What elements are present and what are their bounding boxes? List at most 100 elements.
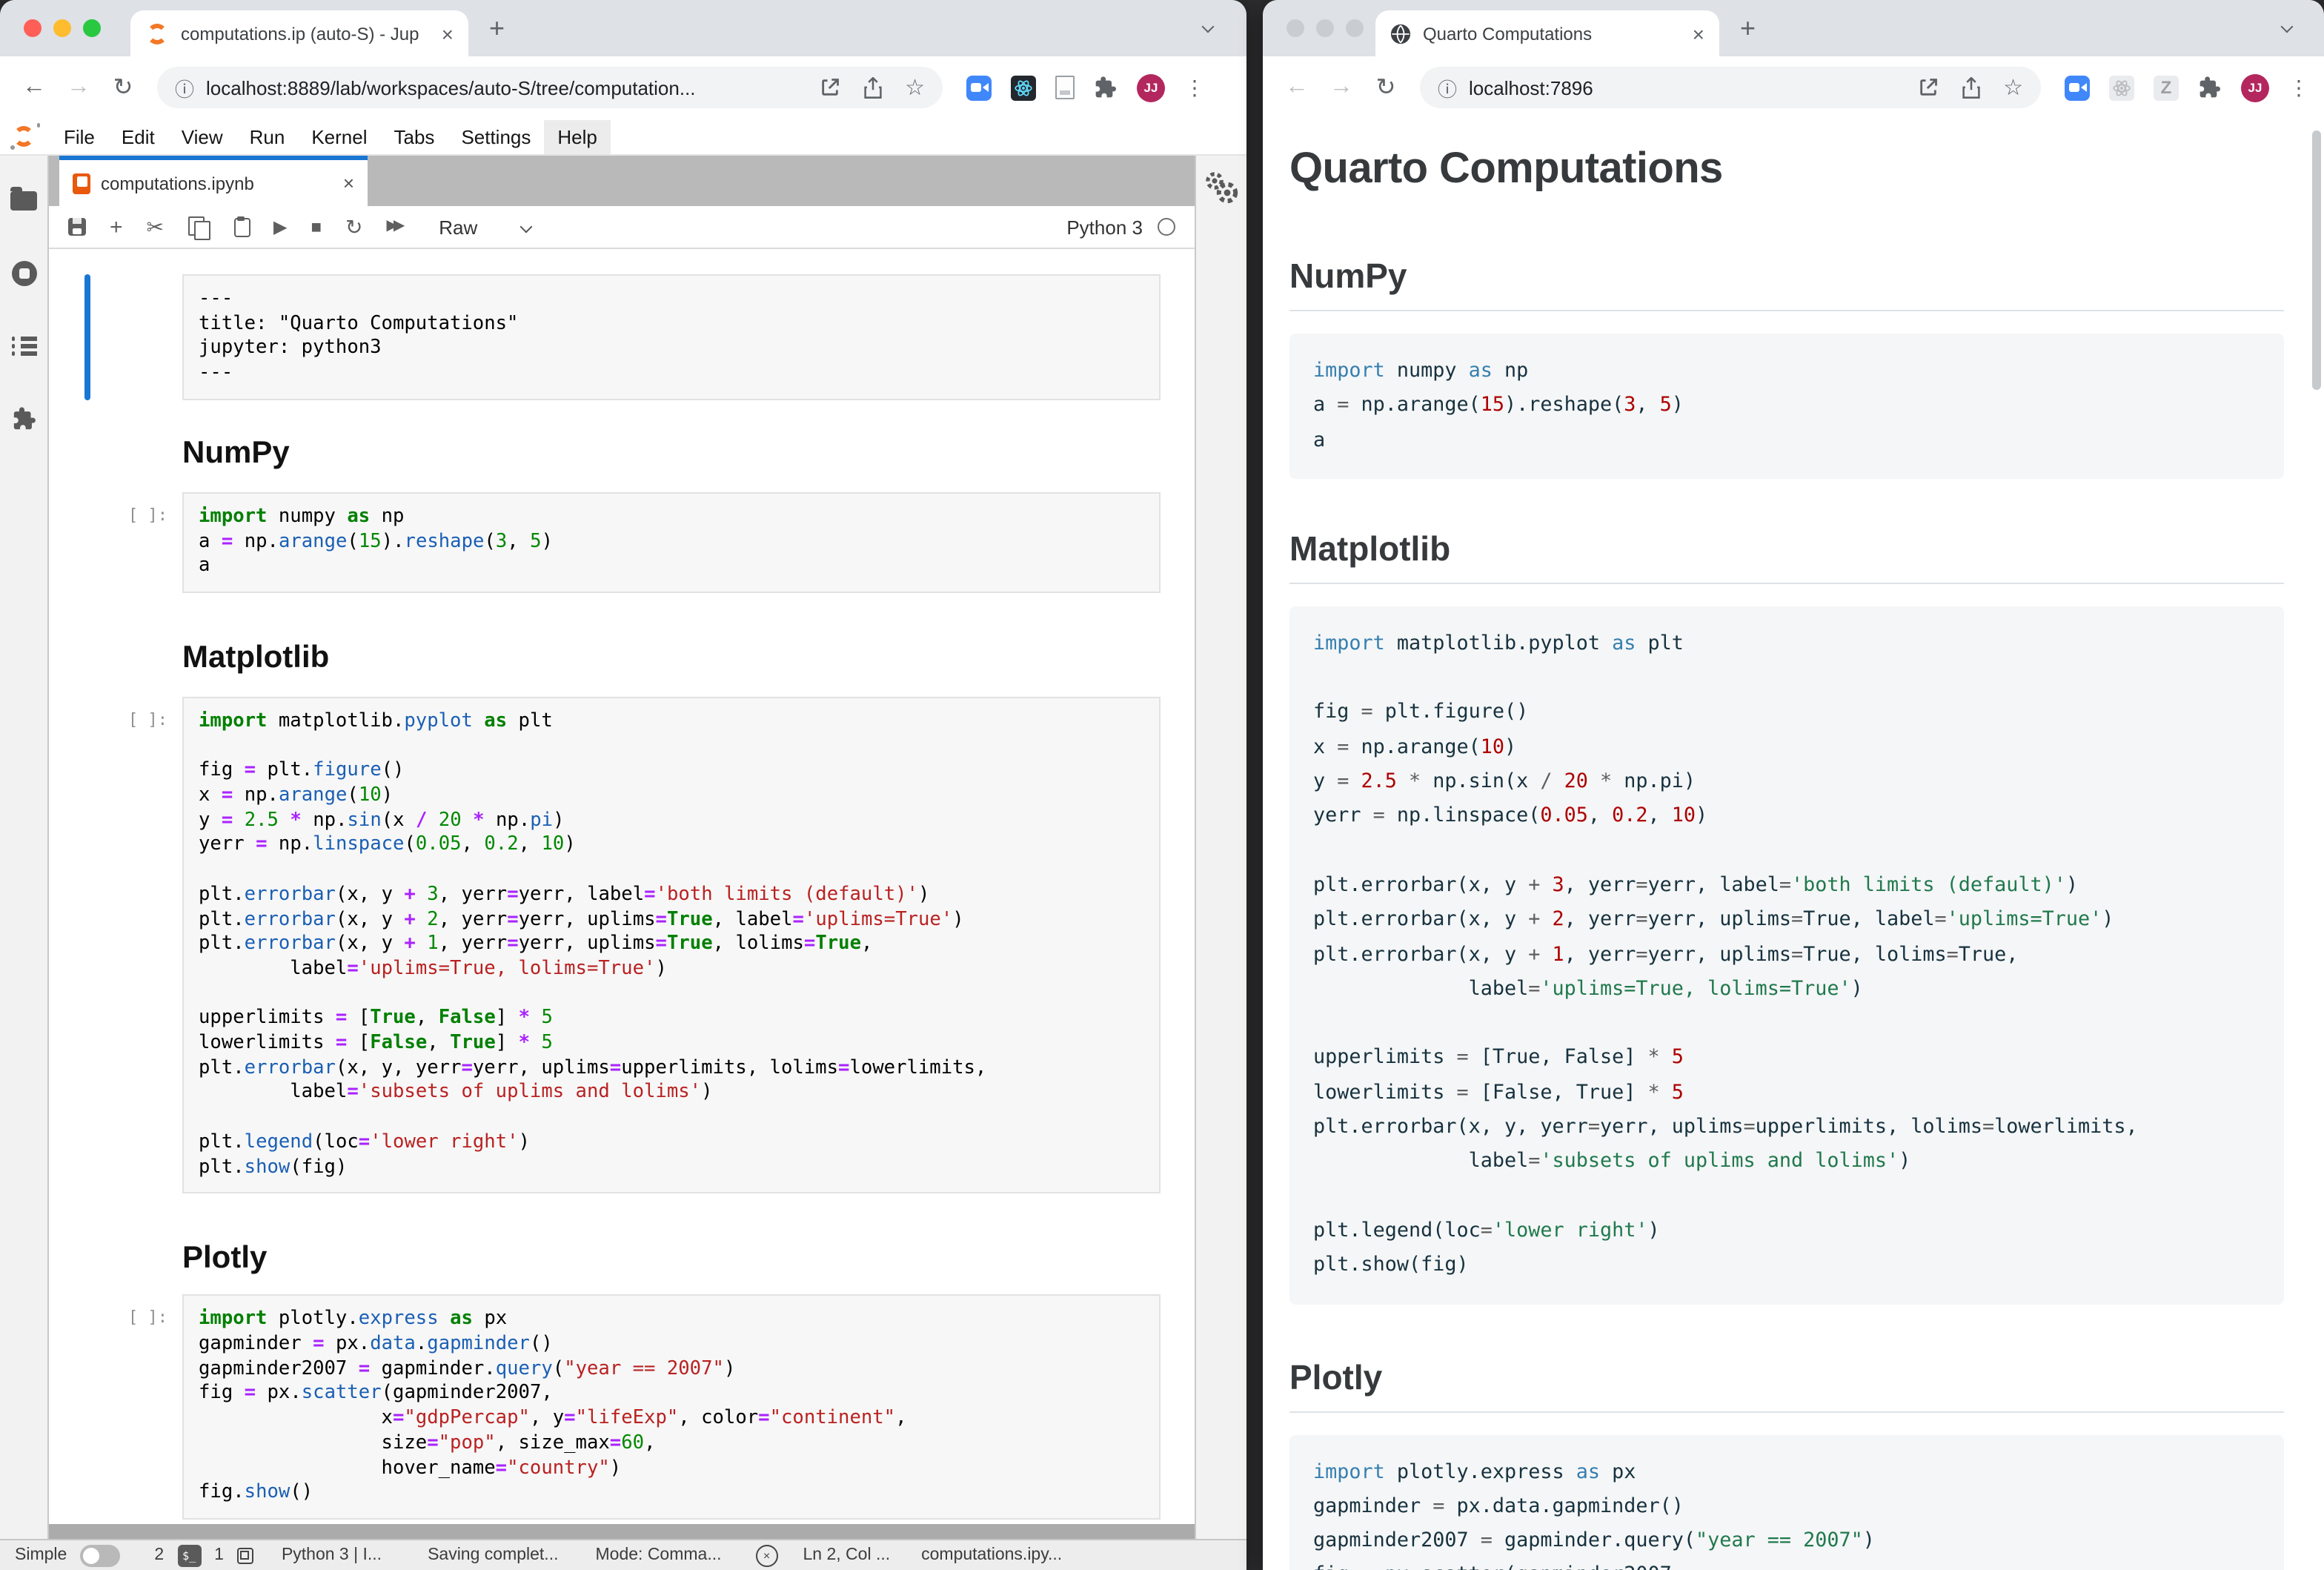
terminal-icon[interactable]: $_ <box>177 1544 201 1566</box>
reload-button[interactable]: ↻ <box>104 73 142 102</box>
zoom-extension-icon[interactable] <box>2065 75 2090 100</box>
extension-manager-puzzle-icon[interactable] <box>11 406 36 431</box>
menu-file[interactable]: File <box>50 119 108 153</box>
code-cell-editor[interactable]: import plotly.express as pxgapminder = p… <box>182 1295 1161 1520</box>
address-bar[interactable]: ⓘ localhost:7896 ☆ <box>1420 67 2041 108</box>
horizontal-scrollbar[interactable] <box>49 1524 1195 1539</box>
back-button[interactable]: ← <box>15 74 53 101</box>
browser-tab-jupyterlab[interactable]: computations.ip (auto-S) - Jup × <box>130 10 468 56</box>
react-devtools-extension-icon[interactable] <box>1011 75 1036 100</box>
file-browser-icon[interactable] <box>10 191 37 211</box>
kernel-chip-icon[interactable] <box>237 1547 253 1563</box>
raw-cell[interactable]: ---title: "Quarto Computations"jupyter: … <box>49 274 1161 400</box>
menu-settings[interactable]: Settings <box>448 119 544 153</box>
fullscreen-window-button[interactable] <box>1346 19 1364 37</box>
back-button[interactable]: ← <box>1278 74 1316 101</box>
forward-button[interactable]: → <box>59 74 98 101</box>
cell-type-dropdown[interactable]: Raw <box>439 216 531 238</box>
browser-menu-icon[interactable]: ⋮ <box>2288 77 2309 98</box>
stop-kernel-button[interactable]: ■ <box>311 218 322 236</box>
extensions-puzzle-icon[interactable] <box>1094 76 1118 99</box>
bookmark-star-icon[interactable]: ☆ <box>2003 76 2023 99</box>
paste-cells-button[interactable] <box>233 216 250 237</box>
restart-run-all-button[interactable]: ▶▶ <box>386 219 400 234</box>
minimize-window-button[interactable] <box>1316 19 1334 37</box>
save-button[interactable] <box>68 218 86 236</box>
page-scrollbar-thumb[interactable] <box>2312 130 2321 390</box>
fullscreen-window-button[interactable] <box>83 19 101 37</box>
kernel-status-text[interactable]: Python 3 | I... <box>282 1546 382 1564</box>
menu-run[interactable]: Run <box>236 119 299 153</box>
quarto-page: Quarto Computations NumPy import numpy a… <box>1263 119 2324 1570</box>
table-of-contents-icon[interactable] <box>11 337 36 356</box>
trust-shield-icon[interactable]: × <box>756 1544 778 1566</box>
new-tab-button[interactable]: + <box>1740 15 1756 42</box>
react-devtools-extension-icon[interactable] <box>2109 75 2134 100</box>
code-cell-matplotlib[interactable]: [ ]: import matplotlib.pyplot as plt fig… <box>49 697 1161 1194</box>
close-tab-icon[interactable]: × <box>442 23 454 44</box>
address-bar[interactable]: ⓘ localhost:8889/lab/workspaces/auto-S/t… <box>157 67 943 108</box>
tab-search-chevron-icon[interactable] <box>2281 21 2294 33</box>
run-cell-button[interactable]: ▶ <box>273 218 287 236</box>
notebook-tab[interactable]: computations.ipynb × <box>59 156 368 206</box>
site-info-icon[interactable]: ⓘ <box>1438 73 1457 102</box>
simple-mode-toggle[interactable] <box>80 1544 120 1566</box>
menu-help[interactable]: Help <box>544 119 611 153</box>
running-kernels-icon[interactable] <box>11 261 36 286</box>
terminal-count: 2 <box>154 1546 164 1564</box>
site-info-icon[interactable]: ⓘ <box>175 73 194 102</box>
markdown-heading-numpy[interactable]: NumPy <box>49 436 1195 471</box>
browser-tab-quarto[interactable]: Quarto Computations × <box>1375 10 1719 56</box>
z-extension-icon[interactable]: Z <box>2154 75 2179 100</box>
bookmark-star-icon[interactable]: ☆ <box>905 76 925 99</box>
add-cell-button[interactable]: + <box>110 216 123 238</box>
property-inspector-gears-icon[interactable] <box>1202 170 1241 206</box>
notebook-toolbar: + ✂ ▶ ■ ↻ ▶▶ Raw Python 3 <box>49 206 1195 249</box>
profile-avatar[interactable]: JJ <box>2241 73 2269 102</box>
share-icon[interactable] <box>862 76 883 99</box>
markdown-heading-plotly[interactable]: Plotly <box>49 1242 1195 1277</box>
close-tab-icon[interactable]: × <box>1693 23 1704 44</box>
reload-button[interactable]: ↻ <box>1367 73 1405 102</box>
close-notebook-icon[interactable]: × <box>343 173 354 193</box>
address-bar-actions: ☆ <box>819 76 925 99</box>
kernel-indicator[interactable]: Python 3 <box>1066 216 1175 238</box>
profile-avatar[interactable]: JJ <box>1137 73 1165 102</box>
close-window-button[interactable] <box>24 19 42 37</box>
kernel-name: Python 3 <box>1066 216 1143 238</box>
cell-type-value: Raw <box>439 216 477 238</box>
right-sidebar <box>1195 156 1246 1539</box>
browser-menu-icon[interactable]: ⋮ <box>1184 77 1205 98</box>
document-extension-icon[interactable] <box>1055 76 1075 99</box>
browser-toolbar: ← → ↻ ⓘ localhost:8889/lab/workspaces/au… <box>0 56 1246 119</box>
browser-window-quarto: Quarto Computations × + ← → ↻ ⓘ localhos… <box>1263 0 2324 1570</box>
close-window-button[interactable] <box>1286 19 1304 37</box>
extensions-puzzle-icon[interactable] <box>2198 76 2222 99</box>
forward-button[interactable]: → <box>1322 74 1361 101</box>
minimize-window-button[interactable] <box>53 19 71 37</box>
extensions-row: JJ ⋮ <box>966 73 1205 102</box>
menu-tabs[interactable]: Tabs <box>381 119 448 153</box>
address-bar-actions: ☆ <box>1917 76 2023 99</box>
copy-cells-button[interactable] <box>187 216 210 238</box>
tab-search-chevron-icon[interactable] <box>1202 21 1215 33</box>
cursor-position[interactable]: Ln 2, Col ... <box>803 1546 891 1564</box>
restart-kernel-button[interactable]: ↻ <box>345 216 362 237</box>
code-cell-editor[interactable]: import numpy as npa = np.arange(15).resh… <box>182 492 1161 593</box>
jupyter-logo-icon <box>9 123 42 150</box>
menu-view[interactable]: View <box>168 119 236 153</box>
menu-kernel[interactable]: Kernel <box>298 119 380 153</box>
code-cell-plotly[interactable]: [ ]: import plotly.express as pxgapminde… <box>49 1295 1161 1520</box>
new-tab-button[interactable]: + <box>489 15 505 42</box>
code-cell-numpy[interactable]: [ ]: import numpy as npa = np.arange(15)… <box>49 492 1161 593</box>
zoom-extension-icon[interactable] <box>966 75 992 100</box>
open-in-new-icon[interactable] <box>819 77 840 98</box>
menu-edit[interactable]: Edit <box>108 119 168 153</box>
open-in-new-icon[interactable] <box>1917 77 1938 98</box>
code-cell-editor[interactable]: import matplotlib.pyplot as plt fig = pl… <box>182 697 1161 1194</box>
raw-cell-editor[interactable]: ---title: "Quarto Computations"jupyter: … <box>182 274 1161 400</box>
share-icon[interactable] <box>1960 76 1981 99</box>
cell-prompt: [ ]: <box>49 710 167 729</box>
markdown-heading-matplotlib[interactable]: Matplotlib <box>49 640 1195 676</box>
cut-cells-button[interactable]: ✂ <box>147 216 164 237</box>
